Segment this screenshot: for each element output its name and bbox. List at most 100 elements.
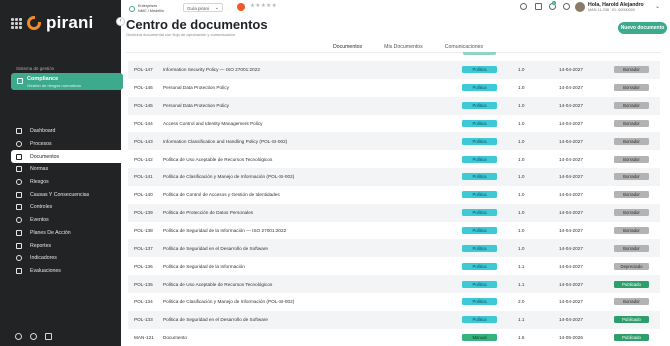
- status-badge: Borrador: [614, 227, 649, 235]
- document-title[interactable]: Information Security Policy — ISO 27001:…: [163, 67, 423, 72]
- table-row[interactable]: POL-136 Política de Seguridad de la Infor…: [128, 257, 660, 275]
- brand-row: pirani: [11, 13, 94, 33]
- sidebar-item-label: Controles: [30, 204, 53, 211]
- sidebar-item-documentos[interactable]: Documentos: [11, 150, 121, 164]
- sidebar-item-evaluaciones[interactable]: Evaluaciones: [11, 265, 121, 278]
- sidebar-item-label: Planes De Acción: [30, 229, 71, 236]
- sidebar-item-riesgos[interactable]: Riesgos: [11, 176, 121, 189]
- table-row[interactable]: POL-138 Política de Seguridad de la Infor…: [128, 222, 660, 240]
- document-type-badge: Política: [462, 244, 497, 252]
- document-version: 1.0: [518, 85, 525, 91]
- document-title[interactable]: Personal Data Protection Policy: [163, 103, 423, 108]
- collapse-sidebar-button[interactable]: ‹: [116, 17, 125, 26]
- table-row[interactable]: POL-143 Information Classification and Ha…: [128, 132, 660, 151]
- table-row[interactable]: POL-137 Política de Seguridad en el Desar…: [128, 239, 660, 258]
- document-title[interactable]: Documento: [163, 335, 423, 340]
- sidebar-item-label: Reportes: [30, 242, 52, 249]
- table-row[interactable]: POL-133 Política de Seguridad en el Desar…: [128, 310, 660, 329]
- checklist-icon: [16, 267, 22, 274]
- gear-icon[interactable]: [563, 3, 570, 10]
- document-version: 1.0: [518, 245, 525, 251]
- document-title[interactable]: Política de Uso Aceptable de Recursos Te…: [163, 157, 423, 162]
- sidebar-item-controles[interactable]: Controles: [11, 201, 121, 214]
- document-title[interactable]: Política de Seguridad en el Desarrollo d…: [163, 317, 423, 322]
- apps-grid-icon[interactable]: [11, 17, 22, 29]
- help-icon[interactable]: [15, 333, 22, 340]
- status-badge: Borrador: [614, 66, 649, 74]
- document-type-badge: Política: [462, 191, 497, 199]
- card-icon[interactable]: [45, 333, 52, 340]
- document-title[interactable]: Política de Clasificación y Manejo de In…: [163, 299, 423, 304]
- rating-stars[interactable]: ★★★★★: [250, 3, 277, 9]
- document-title[interactable]: Política de Seguridad de la Información: [163, 264, 423, 269]
- document-date: 14-05-2026: [559, 335, 583, 341]
- documents-table: POL-147 Information Security Policy — ISO…: [128, 61, 660, 346]
- sidebar: pirani ‹ Sistema de gestión Compliance G…: [0, 0, 125, 346]
- status-badge: Borrador: [614, 244, 649, 252]
- document-title[interactable]: Personal Data Protection Policy: [163, 85, 423, 90]
- document-code: POL-143: [134, 138, 153, 144]
- document-type-badge: Política: [462, 102, 497, 110]
- sidebar-item-reportes[interactable]: Reportes: [11, 239, 121, 252]
- document-type-badge: Política: [462, 298, 497, 306]
- document-title[interactable]: Política de Protección de Datos Personal…: [163, 210, 423, 215]
- table-row[interactable]: POL-144 Access Control and Identity Manag…: [128, 115, 660, 133]
- pirani-assistant-icon[interactable]: [237, 3, 245, 11]
- table-row[interactable]: POL-146 Personal Data Protection Policy Po…: [128, 79, 660, 97]
- table-row[interactable]: POL-142 Política de Uso Aceptable de Recu…: [128, 150, 660, 168]
- document-title[interactable]: Política de Clasificación y Manejo de In…: [163, 174, 423, 179]
- sidebar-item-label: Riesgos: [30, 179, 49, 186]
- entity-selector[interactable]: Enterprises NMC / Medellín: [129, 4, 164, 13]
- system-selector[interactable]: Compliance Gestión de riesgos normativos: [11, 73, 123, 90]
- sidebar-item-normas[interactable]: Normas: [11, 163, 121, 176]
- document-type-badge: Manual: [462, 334, 497, 342]
- sidebar-item-dashboard[interactable]: Dashboard: [11, 125, 121, 138]
- entity-logo-icon: [129, 5, 135, 12]
- document-title[interactable]: Access Control and Identity Management P…: [163, 121, 423, 126]
- document-title[interactable]: Política de Seguridad de la Información …: [163, 228, 423, 233]
- user-subtitle: MAN 11.238 · ID: 00000000: [588, 8, 635, 12]
- table-row[interactable]: POL-134 Política de Clasificación y Manej…: [128, 293, 660, 311]
- document-type-badge: Política: [462, 137, 497, 145]
- document-version: 1.0: [518, 174, 525, 180]
- document-code: POL-134: [134, 299, 153, 305]
- document-title[interactable]: Política de Control de Accesos y Gestión…: [163, 192, 423, 197]
- status-badge: Publicado: [614, 280, 649, 288]
- avatar[interactable]: [575, 2, 585, 12]
- sidebar-item-label: Causas Y Consecuencias: [30, 191, 90, 198]
- event-icon: [16, 217, 22, 224]
- document-title[interactable]: Information Classification and Handling …: [163, 139, 423, 144]
- sidebar-item-eventos[interactable]: Eventos: [11, 214, 121, 227]
- document-title[interactable]: Política de Seguridad en el Desarrollo d…: [163, 246, 423, 251]
- status-badge: Borrador: [614, 191, 649, 199]
- document-type-badge: Política: [462, 155, 497, 163]
- table-row[interactable]: POL-147 Information Security Policy — ISO…: [128, 61, 660, 79]
- table-row[interactable]: POL-139 Política de Protección de Datos P…: [128, 203, 660, 222]
- sidebar-item-procesos[interactable]: Procesos: [11, 138, 121, 151]
- table-row[interactable]: POL-135 Política de Uso Aceptable de Recu…: [128, 275, 660, 293]
- table-row[interactable]: MAN-121 Documento Manual 1.6 14-05-2026 Publi…: [128, 329, 660, 346]
- sidebar-item-indicadores[interactable]: Indicadores: [11, 252, 121, 265]
- table-row[interactable]: POL-145 Personal Data Protection Policy Po…: [128, 96, 660, 115]
- user-menu-chevron-icon[interactable]: ⌄: [655, 3, 660, 10]
- document-icon: [16, 153, 22, 160]
- users-icon[interactable]: [30, 333, 37, 340]
- document-type-badge: Política: [462, 262, 497, 270]
- new-document-button[interactable]: Nuevo documento: [618, 22, 667, 34]
- document-date: 14-04-2027: [559, 85, 583, 91]
- document-type-badge: Política: [462, 209, 497, 217]
- guide-dropdown[interactable]: Guía pirani ⌄: [183, 3, 223, 12]
- document-type-badge: Política: [462, 280, 497, 288]
- status-badge: Borrador: [614, 155, 649, 163]
- table-row[interactable]: POL-141 Política de Clasificación y Manej…: [128, 168, 660, 186]
- document-version: 1.0: [518, 228, 525, 234]
- sidebar-item-planes-de-acci-n[interactable]: Planes De Acción: [11, 227, 121, 240]
- document-code: POL-136: [134, 263, 153, 269]
- share-icon[interactable]: [520, 3, 527, 10]
- sidebar-item-label: Procesos: [30, 141, 52, 148]
- document-code: POL-133: [134, 317, 153, 323]
- sidebar-item-causas-y-consecuencias[interactable]: Causas Y Consecuencias: [11, 188, 121, 201]
- document-title[interactable]: Política de Uso Aceptable de Recursos Te…: [163, 282, 423, 287]
- table-row[interactable]: POL-140 Política de Control de Accesos y …: [128, 186, 660, 204]
- calendar-icon[interactable]: [535, 3, 542, 10]
